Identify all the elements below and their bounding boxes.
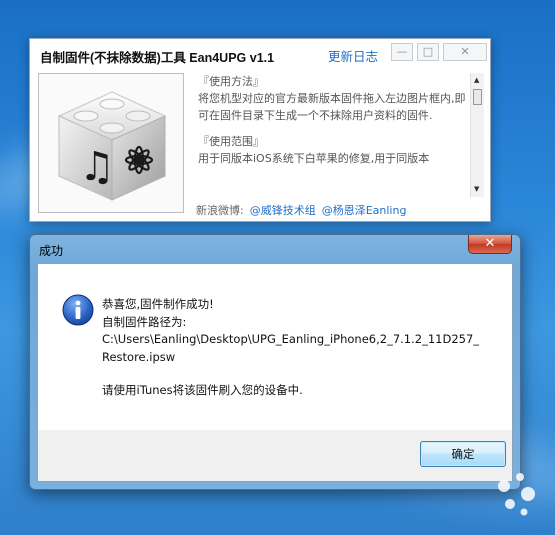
scope-text: 用于同版本iOS系统下白苹果的修复,用于同版本 xyxy=(198,152,430,165)
ok-button[interactable]: 确定 xyxy=(420,441,506,467)
app-title: 自制固件(不抹除数据)工具 Ean4UPG v1.1 xyxy=(40,51,275,65)
success-dialog: 成功 ✕ 恭喜您,固件制作成功! 自制固件路径为: C:\Users\Eanli… xyxy=(29,234,521,490)
scroll-thumb[interactable] xyxy=(473,89,482,105)
itunes-cube-icon: ♫ xyxy=(57,91,167,201)
weibo-label: 新浪微博: xyxy=(196,204,244,217)
app-window: 自制固件(不抹除数据)工具 Ean4UPG v1.1 更新日志 — □ ✕ ♫ … xyxy=(29,38,491,222)
dialog-body: 恭喜您,固件制作成功! 自制固件路径为: C:\Users\Eanling\De… xyxy=(37,263,513,482)
info-icon xyxy=(62,294,94,326)
weibo-link-eanling[interactable]: @杨恩泽Eanling xyxy=(322,204,407,217)
instructions-text: 『使用方法』 将您机型对应的官方最新版本固件拖入左边图片框内,即可在固件目录下生… xyxy=(198,73,468,197)
usage-heading: 『使用方法』 xyxy=(198,75,264,88)
scroll-down-icon[interactable]: ▼ xyxy=(474,185,479,193)
dialog-message: 恭喜您,固件制作成功! 自制固件路径为: C:\Users\Eanling\De… xyxy=(102,296,479,400)
usage-text: 将您机型对应的官方最新版本固件拖入左边图片框内,即可在固件目录下生成一个不抹除用… xyxy=(198,92,466,122)
maximize-button[interactable]: □ xyxy=(417,43,439,61)
instructions-scrollbar[interactable]: ▲ ▼ xyxy=(470,73,484,197)
minimize-button[interactable]: — xyxy=(391,43,413,61)
message-line: 自制固件路径为: xyxy=(102,314,187,329)
instruction-line: 请使用iTunes将该固件刷入您的设备中. xyxy=(102,383,303,397)
scroll-up-icon[interactable]: ▲ xyxy=(474,76,479,84)
close-button[interactable]: ✕ xyxy=(443,43,487,61)
watermark-logo xyxy=(498,473,535,516)
firmware-path: C:\Users\Eanling\Desktop\UPG_Eanling_iPh… xyxy=(102,332,480,346)
dialog-title: 成功 xyxy=(39,244,64,258)
dialog-message-area: 恭喜您,固件制作成功! 自制固件路径为: C:\Users\Eanling\De… xyxy=(38,264,512,430)
firmware-drop-zone[interactable]: ♫ xyxy=(38,73,184,213)
changelog-link[interactable]: 更新日志 xyxy=(328,46,378,65)
svg-text:♫: ♫ xyxy=(79,144,115,190)
dialog-close-button[interactable]: ✕ xyxy=(468,235,512,254)
weibo-link-weiphone[interactable]: @威锋技术组 xyxy=(250,204,316,217)
message-line: 恭喜您,固件制作成功! xyxy=(102,297,214,311)
weibo-links: 新浪微博: @威锋技术组 @杨恩泽Eanling xyxy=(196,202,406,218)
scope-heading: 『使用范围』 xyxy=(198,135,264,148)
firmware-path-cont: Restore.ipsw xyxy=(102,349,176,364)
